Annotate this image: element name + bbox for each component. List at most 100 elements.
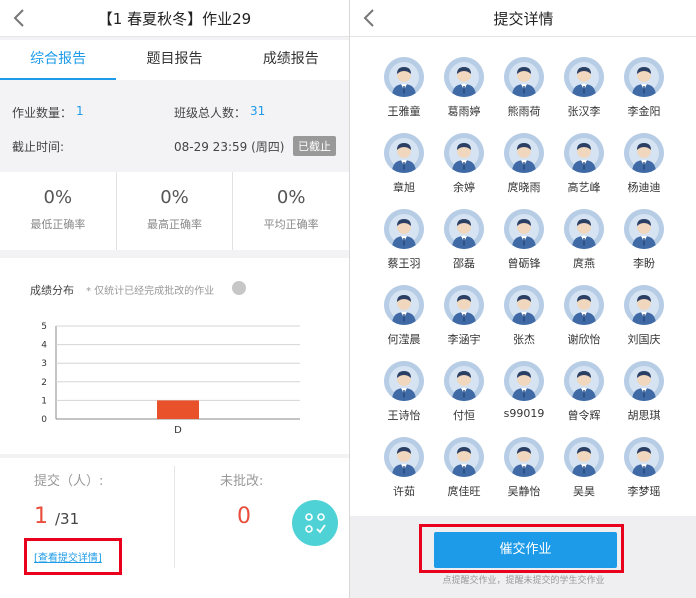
highlight-box [24, 538, 122, 575]
min-rate-value: 0% [43, 187, 73, 208]
report-panel: 【1 春夏秋冬】作业29 综合报告 题目报告 成绩报告 作业数量： 1 班级总人… [0, 0, 349, 598]
avatar-icon [564, 437, 604, 477]
student-item[interactable]: 吴昊 [554, 437, 614, 499]
grading-fab-button[interactable] [292, 500, 338, 546]
student-name: 何滢晨 [387, 333, 421, 346]
student-item[interactable]: 王诗怡 [374, 361, 434, 423]
homework-count-label: 作业数量： [12, 106, 73, 120]
tab-score-report[interactable]: 成绩报告 [233, 40, 349, 80]
student-item[interactable]: 庹燕 [554, 209, 614, 271]
avatar-icon [624, 361, 664, 401]
student-item[interactable]: 胡思琪 [614, 361, 674, 423]
avatar-icon [564, 57, 604, 97]
student-item[interactable]: 葛雨婷 [434, 57, 494, 119]
student-item[interactable]: 谢欣怡 [554, 285, 614, 347]
student-name: 熊雨荷 [507, 105, 541, 118]
avatar-icon [564, 209, 604, 249]
grade-check-icon [305, 513, 326, 534]
student-name: 李梦瑶 [627, 485, 661, 498]
max-rate-value: 0% [160, 187, 189, 208]
student-item[interactable]: 杨迪迪 [614, 133, 674, 195]
tab-overall-report[interactable]: 综合报告 [0, 40, 117, 80]
bottom-bar: 催交作业 点提醒交作业，提醒未提交的学生交作业 [350, 516, 696, 598]
deadline-badge: 已截止 [293, 136, 336, 156]
student-name: 曾令辉 [567, 409, 601, 422]
student-item[interactable]: 余婷 [434, 133, 494, 195]
remind-hint: 点提醒交作业，提醒未提交的学生交作业 [442, 576, 605, 586]
avatar-icon [384, 133, 424, 173]
deadline-value: 08-29 23:59 (周四) [174, 140, 285, 154]
student-name: 章旭 [393, 181, 415, 194]
student-item[interactable]: 曾砺锋 [494, 209, 554, 271]
student-name: 吴昊 [573, 485, 595, 498]
avatar-icon [444, 133, 484, 173]
deadline-label: 截止时间: [12, 140, 65, 154]
student-name: 付恒 [453, 409, 475, 422]
min-rate: 0% 最低正确率 [0, 172, 116, 250]
student-name: 邵磊 [453, 257, 475, 270]
homework-count: 1 [76, 104, 84, 118]
avatar-icon [624, 209, 664, 249]
submitted-total: /31 [55, 510, 80, 528]
max-rate-label: 最高正确率 [147, 218, 202, 231]
page-title: 【1 春夏秋冬】作业29 [97, 10, 252, 28]
student-name: 杨迪迪 [627, 181, 661, 194]
details-title: 提交详情 [493, 10, 554, 28]
avatar-icon [504, 285, 544, 325]
student-item[interactable]: 李盼 [614, 209, 674, 271]
student-item[interactable]: 李梦瑶 [614, 437, 674, 499]
y-tick-label: 5 [41, 322, 47, 332]
student-item[interactable]: 许茹 [374, 437, 434, 499]
avatar-icon [504, 437, 544, 477]
avatar-icon [624, 285, 664, 325]
student-name: 刘国庆 [627, 333, 661, 346]
student-name: 庹晓雨 [507, 181, 541, 194]
student-item[interactable]: 庹晓雨 [494, 133, 554, 195]
highlight-box [419, 524, 624, 573]
student-name: s99019 [503, 407, 545, 420]
student-item[interactable]: 熊雨荷 [494, 57, 554, 119]
student-name: 王诗怡 [387, 409, 421, 422]
student-item[interactable]: 刘国庆 [614, 285, 674, 347]
student-name: 许茹 [393, 485, 415, 498]
student-item[interactable]: 庹佳旺 [434, 437, 494, 499]
avatar-icon [564, 133, 604, 173]
student-item[interactable]: 章旭 [374, 133, 434, 195]
avg-rate-label: 平均正确率 [263, 218, 319, 231]
avatar-icon [504, 133, 544, 173]
student-item[interactable]: 张杰 [494, 285, 554, 347]
max-rate: 0% 最高正确率 [115, 172, 233, 250]
student-name: 高艺峰 [567, 181, 601, 194]
student-item[interactable]: 何滢晨 [374, 285, 434, 347]
avatar-icon [624, 437, 664, 477]
y-tick-label: 2 [41, 378, 47, 388]
avatar-icon [384, 57, 424, 97]
student-name: 庹佳旺 [447, 485, 481, 498]
student-name: 谢欣怡 [567, 333, 601, 346]
avatar-icon [504, 209, 544, 249]
student-item[interactable]: 吴静怡 [494, 437, 554, 499]
student-name: 李涵宇 [447, 333, 481, 346]
student-grid: 王雅童 葛雨婷 熊雨荷 张汉李 李金阳章旭 余婷 庹晓雨 高艺峰 杨迪迪蔡王羽 邵磊 曾砺锋 庹燕 李盼… [350, 37, 696, 517]
y-tick-label: 3 [41, 359, 47, 369]
student-item[interactable]: 蔡王羽 [374, 209, 434, 271]
student-item[interactable]: 高艺峰 [554, 133, 614, 195]
student-item[interactable]: 张汉李 [554, 57, 614, 119]
unmarked-label: 未批改: [220, 474, 264, 489]
student-item[interactable]: 李涵宇 [434, 285, 494, 347]
tab-question-report[interactable]: 题目报告 [116, 40, 232, 80]
student-name: 蔡王羽 [387, 257, 421, 270]
student-item[interactable]: 王雅童 [374, 57, 434, 119]
avatar-icon [504, 57, 544, 97]
student-item[interactable]: 付恒 [434, 361, 494, 423]
student-name: 张杰 [513, 333, 535, 346]
student-item[interactable]: 邵磊 [434, 209, 494, 271]
student-name: 李金阳 [627, 105, 661, 118]
score-distribution: 成绩分布 * 仅统计已经完成批改的作业 012345D [0, 258, 349, 454]
student-item[interactable]: s99019 [494, 361, 554, 420]
student-name: 胡思琪 [627, 409, 661, 422]
avatar-icon [384, 209, 424, 249]
student-item[interactable]: 曾令辉 [554, 361, 614, 423]
student-item[interactable]: 李金阳 [614, 57, 674, 119]
class-total: 31 [250, 104, 266, 118]
